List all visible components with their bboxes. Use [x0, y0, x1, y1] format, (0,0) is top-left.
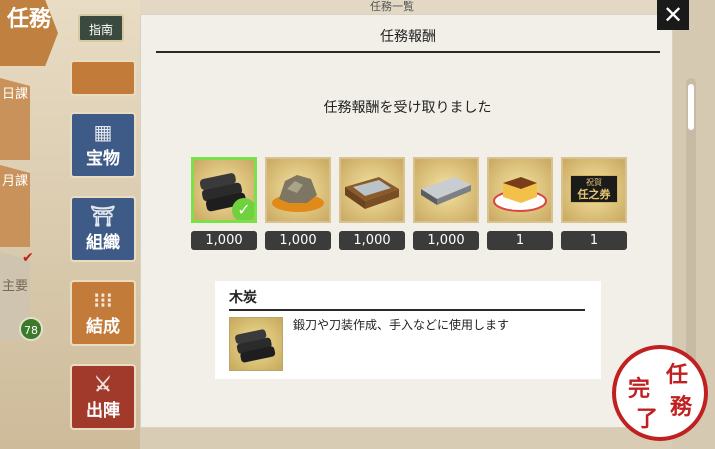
- item-quantity: 1: [487, 231, 553, 250]
- charcoal-icon: [229, 317, 283, 371]
- count-badge: 78: [19, 317, 43, 341]
- background-title: 任務一覧: [370, 0, 414, 13]
- item-quantity: 1,000: [339, 231, 405, 250]
- item-description: 鍛刀や刀装作成、手入などに使用します: [293, 318, 510, 332]
- menu-label: 組織: [86, 233, 120, 253]
- reward-item-ore[interactable]: 1,000: [265, 157, 331, 250]
- sortie-icon: ⚔: [94, 372, 112, 396]
- menu-button-organization[interactable]: ⛩ 組織: [70, 196, 136, 262]
- menu-button-top[interactable]: [70, 60, 136, 96]
- steel-icon: [413, 157, 479, 223]
- divider: [156, 51, 660, 53]
- menu-label: 結成: [86, 317, 120, 337]
- treasure-icon: ▦: [93, 120, 113, 144]
- tab-monthly[interactable]: 月課: [0, 165, 30, 247]
- item-quantity: 1: [561, 231, 627, 250]
- stamp-char: 了: [636, 406, 659, 432]
- stamp-char: 完: [628, 376, 651, 402]
- reward-item-ticket[interactable]: 祝賀 任之券 1: [561, 157, 627, 250]
- reward-item-charcoal[interactable]: ✓ 1,000: [191, 157, 257, 250]
- reward-dialog: 任務報酬 任務報酬を受け取りました ✓ 1,000 1,000 1,000 1,…: [140, 14, 673, 428]
- ticket-icon: 祝賀 任之券: [561, 157, 627, 223]
- reward-item-steel[interactable]: 1,000: [413, 157, 479, 250]
- mission-complete-stamp: 完 任 了 務: [612, 345, 708, 441]
- stamp-char: 任: [666, 362, 689, 388]
- check-icon: ✔: [22, 250, 34, 266]
- item-quantity: 1,000: [413, 231, 479, 250]
- reward-message: 任務報酬を受け取りました: [323, 100, 492, 116]
- charcoal-icon: ✓: [191, 157, 257, 223]
- stamp-char: 務: [670, 394, 693, 420]
- ore-icon: [265, 157, 331, 223]
- menu-button-treasure[interactable]: ▦ 宝物: [70, 112, 136, 178]
- menu-label: 出陣: [86, 401, 120, 421]
- item-quantity: 1,000: [265, 231, 331, 250]
- menu-button-formation[interactable]: ⁝⁝⁝ 結成: [70, 280, 136, 346]
- item-name: 木炭: [229, 290, 257, 306]
- selected-check-icon: ✓: [232, 198, 254, 220]
- menu-label: 宝物: [86, 149, 120, 169]
- divider: [229, 309, 585, 311]
- reward-item-castella[interactable]: 1: [487, 157, 553, 250]
- menu-button-sortie[interactable]: ⚔ 出陣: [70, 364, 136, 430]
- ticket-title: 任之券: [577, 188, 611, 201]
- whetstone-icon: [339, 157, 405, 223]
- scrollbar-thumb[interactable]: [688, 84, 694, 130]
- castella-icon: [487, 157, 553, 223]
- background-header: 任務一覧: [140, 0, 670, 14]
- dialog-title: 任務報酬: [380, 29, 436, 45]
- ticket-caption: 祝賀: [586, 178, 602, 187]
- tab-daily[interactable]: 日課: [0, 78, 30, 160]
- item-detail-panel: 木炭 鍛刀や刀装作成、手入などに使用します: [215, 281, 601, 379]
- close-button[interactable]: ✕: [657, 0, 689, 30]
- item-quantity: 1,000: [191, 231, 257, 250]
- formation-icon: ⁝⁝⁝: [93, 288, 113, 312]
- reward-item-whetstone[interactable]: 1,000: [339, 157, 405, 250]
- organization-icon: ⛩: [90, 204, 116, 228]
- guide-button[interactable]: 指南: [78, 14, 124, 42]
